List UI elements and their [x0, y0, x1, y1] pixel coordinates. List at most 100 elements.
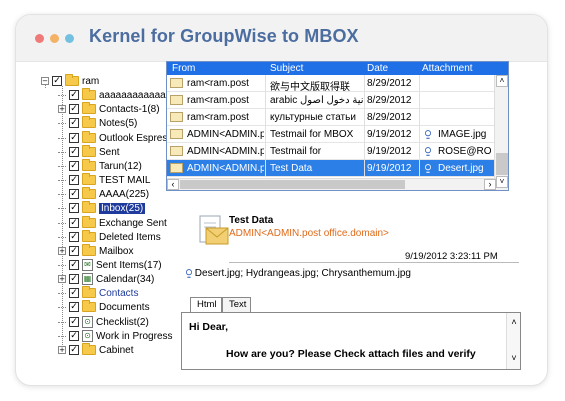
cell-from: ADMIN<ADMIN.p: [187, 146, 264, 157]
tree-item[interactable]: ✓ Outlook Espress: [58, 131, 172, 145]
tree-checkbox[interactable]: ✓: [69, 147, 79, 157]
scroll-left-icon[interactable]: ‹: [167, 179, 179, 190]
tree-connector: [58, 94, 66, 96]
tree-connector: [58, 137, 66, 139]
cell-from: ram<ram.post: [187, 95, 249, 106]
tree-item[interactable]: + ✓ Mailbox: [58, 244, 133, 258]
tree-item[interactable]: ✓ Documents: [58, 300, 150, 314]
tree-item[interactable]: + ✓ ▦ Calendar(34): [58, 272, 154, 286]
tree-item[interactable]: ✓ Contacts: [58, 286, 138, 300]
tree-item[interactable]: ✓ Deleted Items: [58, 230, 161, 244]
attachment-list[interactable]: Desert.jpg; Hydrangeas.jpg; Chrysanthemu…: [195, 268, 411, 279]
scroll-up-icon[interactable]: ˄: [496, 75, 508, 87]
tree-checkbox[interactable]: ✓: [52, 76, 62, 86]
tree-item[interactable]: ✓ Tarun(12): [58, 159, 142, 173]
envelope-icon: [170, 95, 183, 105]
table-row[interactable]: ram<ram.post культурные статьи 8/29/2012: [167, 109, 494, 126]
tree-item-label: Sent Items(17): [96, 259, 162, 271]
column-divider: [265, 75, 266, 92]
list-hscroll-thumb[interactable]: [180, 180, 405, 189]
folder-icon: [82, 286, 96, 298]
tree-checkbox[interactable]: ✓: [69, 260, 79, 270]
expand-icon[interactable]: +: [58, 105, 66, 113]
table-row[interactable]: ADMIN<ADMIN.p Test Data 9/19/2012 ⍜ Desert.j…: [167, 160, 494, 177]
list-scroll-thumb[interactable]: [496, 153, 508, 175]
tree-checkbox[interactable]: ✓: [69, 104, 79, 114]
tree-checkbox[interactable]: ✓: [69, 302, 79, 312]
body-scroll-down-icon[interactable]: ˅: [508, 353, 520, 363]
tree-item-label: aaaaaaaaaaaaa: [99, 89, 172, 101]
close-dot-icon[interactable]: [35, 34, 44, 43]
column-divider: [265, 160, 266, 177]
tree-checkbox[interactable]: ✓: [69, 232, 79, 242]
tree-checkbox[interactable]: ✓: [69, 203, 79, 213]
column-from[interactable]: From: [172, 63, 195, 74]
tree-item[interactable]: ✓ ✉ Sent Items(17): [58, 258, 162, 272]
scroll-right-icon[interactable]: ›: [484, 179, 496, 190]
tree-item-label: Contacts-1(8): [99, 103, 160, 115]
tree-connector: [58, 207, 66, 209]
cell-date: 9/19/2012: [367, 129, 412, 140]
table-row[interactable]: ram<ram.post 欲与中文版取得联 8/29/2012: [167, 75, 494, 93]
minimize-dot-icon[interactable]: [50, 34, 59, 43]
tree-item[interactable]: + ✓ Cabinet: [58, 343, 133, 357]
column-divider: [265, 92, 266, 109]
tree-item[interactable]: + ✓ Contacts-1(8): [58, 102, 160, 116]
scroll-down-icon[interactable]: ˅: [496, 176, 508, 188]
tree-checkbox[interactable]: ✓: [69, 331, 79, 341]
tree-checkbox[interactable]: ✓: [69, 189, 79, 199]
tree-connector: [58, 292, 66, 294]
message-body[interactable]: Hi Dear, How are you? Please Check attac…: [181, 312, 521, 370]
envelope-icon: [170, 112, 183, 122]
preview-attachments[interactable]: ⍜ Desert.jpg; Hydrangeas.jpg; Chrysanthe…: [186, 268, 411, 279]
body-scrollbar[interactable]: ˄ ˅: [506, 313, 520, 369]
cell-subject: Test Data: [270, 163, 313, 174]
column-divider: [265, 109, 266, 126]
tree-checkbox[interactable]: ✓: [69, 246, 79, 256]
tree-checkbox[interactable]: ✓: [69, 317, 79, 327]
body-scroll-up-icon[interactable]: ˄: [508, 317, 520, 327]
tab-html[interactable]: Html: [190, 297, 222, 312]
tree-checkbox[interactable]: ✓: [69, 345, 79, 355]
list-vertical-scrollbar[interactable]: ˄ ˅: [494, 75, 508, 190]
tree-item[interactable]: ✓ ⊙ Checklist(2): [58, 315, 149, 329]
tree-checkbox[interactable]: ✓: [69, 118, 79, 128]
tree-checkbox[interactable]: ✓: [69, 218, 79, 228]
cell-date: 8/29/2012: [367, 78, 412, 89]
tree-item[interactable]: ✓ Inbox(25): [58, 201, 146, 215]
tree-checkbox[interactable]: ✓: [69, 90, 79, 100]
list-horizontal-scrollbar[interactable]: ‹ ›: [167, 178, 496, 190]
tree-checkbox[interactable]: ✓: [69, 161, 79, 171]
tree-item[interactable]: ✓ ⊙ Work in Progress: [58, 329, 173, 343]
tree-checkbox[interactable]: ✓: [69, 175, 79, 185]
preview-divider: [229, 262, 519, 263]
column-subject[interactable]: Subject: [270, 63, 303, 74]
tree-item[interactable]: ✓ TEST MAIL: [58, 173, 151, 187]
maximize-dot-icon[interactable]: [65, 34, 74, 43]
message-list-header: From Subject Date Attachment: [167, 62, 508, 75]
table-row[interactable]: ADMIN<ADMIN.p Testmail for 9/19/2012 ⍜ ROSE@…: [167, 143, 494, 160]
column-divider: [364, 160, 365, 177]
attachment-clip-icon: ⍜: [425, 129, 431, 140]
column-date[interactable]: Date: [367, 63, 388, 74]
tree-item[interactable]: ✓ Sent: [58, 145, 120, 159]
column-attachment[interactable]: Attachment: [422, 63, 473, 74]
tab-text[interactable]: Text: [222, 297, 251, 312]
preview-tabs: Html Text: [181, 297, 521, 312]
table-row[interactable]: ram<ram.post arabic كانية دخول أصول8/29/2…: [167, 92, 494, 109]
tree-item[interactable]: ✓ AAAA(225): [58, 187, 149, 201]
expand-icon[interactable]: +: [58, 346, 66, 354]
expand-icon[interactable]: +: [58, 247, 66, 255]
attachment-clip-icon: ⍜: [186, 268, 192, 279]
tree-item[interactable]: ✓ Exchange Sent: [58, 216, 167, 230]
table-row[interactable]: ADMIN<ADMIN.p Testmail for MBOX 9/19/2012 ⍜…: [167, 126, 494, 143]
tree-checkbox[interactable]: ✓: [69, 288, 79, 298]
tree-checkbox[interactable]: ✓: [69, 133, 79, 143]
tree-connector: [58, 321, 66, 323]
calendar-icon: ▦: [82, 273, 93, 285]
expand-icon[interactable]: +: [58, 275, 66, 283]
tree-root[interactable]: − ✓ ram: [41, 74, 99, 88]
tree-item[interactable]: ✓ Notes(5): [58, 116, 137, 130]
tree-item[interactable]: ✓ aaaaaaaaaaaaa: [58, 88, 171, 102]
tree-checkbox[interactable]: ✓: [69, 274, 79, 284]
